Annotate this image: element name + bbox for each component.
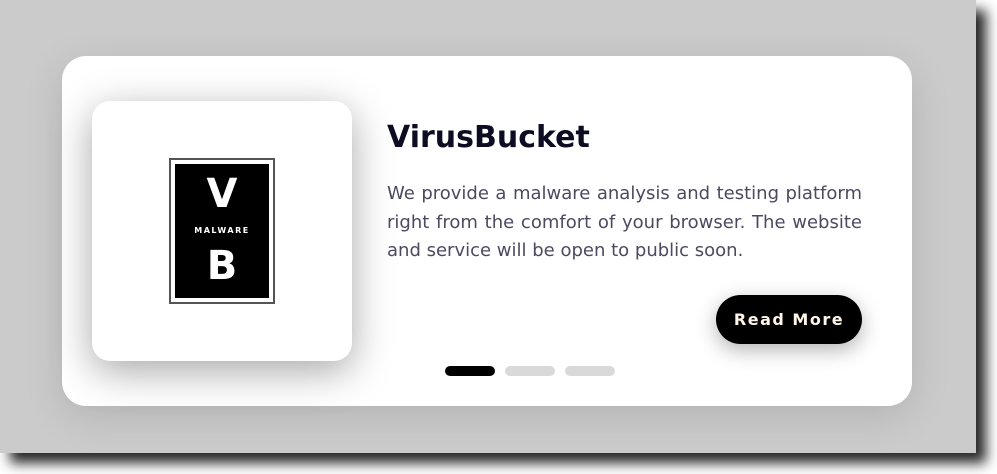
logo-tile: V MALWARE B: [92, 101, 352, 361]
card-description: We provide a malware analysis and testin…: [387, 183, 862, 261]
page-backdrop: V MALWARE B VirusBucket We provide a mal…: [0, 0, 976, 453]
logo-word-malware: MALWARE: [194, 226, 250, 235]
logo-panel: V MALWARE B: [175, 164, 269, 298]
pagination-dot-1[interactable]: [445, 366, 495, 376]
card-title: VirusBucket: [387, 120, 590, 155]
logo-letter-b: B: [206, 243, 238, 289]
pagination-dot-3[interactable]: [565, 366, 615, 376]
pagination-dot-2[interactable]: [505, 366, 555, 376]
slider-card: V MALWARE B VirusBucket We provide a mal…: [62, 56, 912, 406]
logo-letter-v: V: [206, 171, 238, 217]
virusbucket-logo: V MALWARE B: [169, 158, 275, 304]
read-more-button[interactable]: Read More: [716, 295, 862, 344]
